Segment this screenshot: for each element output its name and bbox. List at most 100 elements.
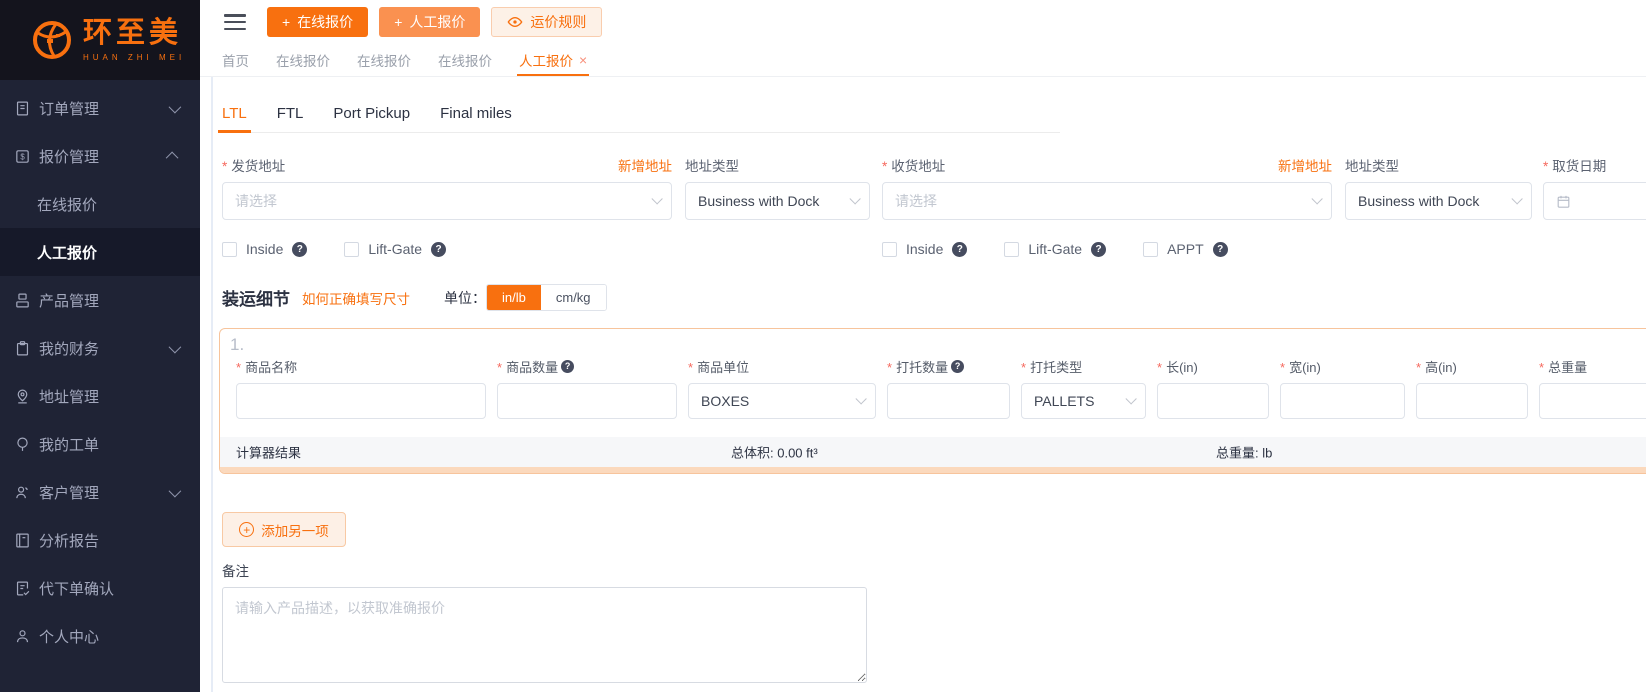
- help-icon[interactable]: ?: [431, 242, 446, 257]
- pickup-address-select[interactable]: 请选择: [222, 182, 672, 220]
- tab-online-quote-3[interactable]: 在线报价: [438, 44, 492, 76]
- sidebar-item-tickets[interactable]: 我的工单: [0, 420, 200, 468]
- pallet-quantity-field: 打托数量?: [887, 357, 1010, 419]
- tab-home[interactable]: 首页: [222, 44, 249, 76]
- button-label: 在线报价: [297, 12, 353, 32]
- sidebar-item-reports[interactable]: 分析报告: [0, 516, 200, 564]
- rate-rules-button[interactable]: 运价规则: [491, 7, 602, 37]
- pickup-address-type-field: 地址类型 Business with Dock: [685, 155, 870, 220]
- address-icon: [14, 388, 31, 405]
- delivery-address-select[interactable]: 请选择: [882, 182, 1332, 220]
- item-unit-select[interactable]: BOXES: [688, 383, 876, 419]
- tab-manual-quote[interactable]: 人工报价 ×: [519, 44, 587, 76]
- sidebar-item-label: 代下单确认: [39, 578, 114, 599]
- sidebar-item-profile[interactable]: 个人中心: [0, 612, 200, 660]
- topbar: + 在线报价 + 人工报价 运价规则: [200, 0, 1646, 44]
- manual-quote-button[interactable]: + 人工报价: [379, 7, 480, 37]
- tab-ftl[interactable]: FTL: [277, 105, 304, 132]
- sidebar-item-label: 分析报告: [39, 530, 99, 551]
- field-label: 宽(in): [1280, 357, 1321, 376]
- width-field: 宽(in): [1280, 357, 1405, 419]
- pickup-address-field: 发货地址 新增地址 请选择: [222, 155, 672, 220]
- help-icon[interactable]: ?: [292, 242, 307, 257]
- tab-ltl[interactable]: LTL: [222, 105, 247, 132]
- tab-online-quote-1[interactable]: 在线报价: [276, 44, 330, 76]
- chevron-down-icon: [651, 193, 662, 204]
- field-label: 长(in): [1157, 357, 1198, 376]
- help-icon[interactable]: ?: [1091, 242, 1106, 257]
- sidebar-item-quotes[interactable]: $ 报价管理: [0, 132, 200, 180]
- checkbox-liftgate-pickup[interactable]: Lift-Gate ?: [344, 241, 446, 257]
- add-delivery-address-link[interactable]: 新增地址: [1278, 155, 1332, 175]
- eye-icon: [507, 14, 523, 30]
- pallet-type-select[interactable]: PALLETS: [1021, 383, 1146, 419]
- hamburger-menu-icon[interactable]: [224, 14, 246, 30]
- plus-icon: +: [282, 14, 290, 30]
- help-icon[interactable]: ?: [952, 242, 967, 257]
- unit-cmkg-button[interactable]: cm/kg: [541, 285, 606, 310]
- checkbox-box[interactable]: [882, 242, 897, 257]
- tab-port-pickup[interactable]: Port Pickup: [333, 105, 410, 132]
- chevron-down-icon: [1511, 193, 1522, 204]
- height-input[interactable]: [1416, 383, 1528, 419]
- checkbox-inside-delivery[interactable]: Inside ?: [882, 241, 967, 257]
- total-weight-input[interactable]: [1539, 383, 1646, 419]
- checkbox-box[interactable]: [344, 242, 359, 257]
- report-icon: [14, 532, 31, 549]
- button-label: 运价规则: [530, 12, 586, 32]
- sidebar-item-manual-quote[interactable]: 人工报价: [0, 228, 200, 276]
- sidebar-item-order-confirm[interactable]: 代下单确认: [0, 564, 200, 612]
- add-item-button[interactable]: 添加另一项: [222, 512, 346, 547]
- field-label: 商品名称: [236, 357, 297, 376]
- delivery-address-field: 收货地址 新增地址 请选择: [882, 155, 1332, 220]
- item-name-input[interactable]: [236, 383, 486, 419]
- accessorials-row: Inside ? Lift-Gate ? Inside ? Lift-Gate: [222, 241, 1646, 257]
- delivery-address-label: 收货地址: [882, 155, 945, 175]
- sidebar-item-label: 地址管理: [39, 386, 99, 407]
- unit-inlb-button[interactable]: in/lb: [487, 285, 541, 310]
- checkbox-appt-delivery[interactable]: APPT ?: [1143, 241, 1228, 257]
- brand-text: 环至美 HUAN ZHI MEI: [83, 19, 185, 62]
- sidebar-item-label: 在线报价: [37, 194, 97, 215]
- width-input[interactable]: [1280, 383, 1405, 419]
- length-field: 长(in): [1157, 357, 1269, 419]
- help-icon[interactable]: ?: [561, 360, 574, 373]
- tab-final-miles[interactable]: Final miles: [440, 105, 512, 132]
- item-unit-field: 商品单位 BOXES: [688, 357, 876, 419]
- item-quantity-input[interactable]: [497, 383, 677, 419]
- main-area: + 在线报价 + 人工报价 运价规则 首页 在线报价 在线报价 在线报价 人工报…: [200, 0, 1646, 692]
- sidebar-item-orders[interactable]: 订单管理: [0, 84, 200, 132]
- plus-icon: +: [394, 14, 402, 30]
- finance-icon: [14, 340, 31, 357]
- sidebar-item-addresses[interactable]: 地址管理: [0, 372, 200, 420]
- notes-textarea[interactable]: [222, 587, 867, 683]
- online-quote-button[interactable]: + 在线报价: [267, 7, 368, 37]
- tab-label: 在线报价: [357, 50, 411, 70]
- chevron-down-icon: [1125, 393, 1136, 404]
- pallet-type-field: 打托类型 PALLETS: [1021, 357, 1146, 419]
- tab-online-quote-2[interactable]: 在线报价: [357, 44, 411, 76]
- sidebar-item-products[interactable]: 产品管理: [0, 276, 200, 324]
- close-icon[interactable]: ×: [579, 52, 587, 68]
- checkbox-box[interactable]: [1004, 242, 1019, 257]
- dimension-help-link[interactable]: 如何正确填写尺寸: [302, 288, 410, 308]
- pickup-address-type-select[interactable]: Business with Dock: [685, 182, 870, 220]
- help-icon[interactable]: ?: [1213, 242, 1228, 257]
- checkbox-box[interactable]: [1143, 242, 1158, 257]
- checkbox-inside-pickup[interactable]: Inside ?: [222, 241, 307, 257]
- pallet-quantity-input[interactable]: [887, 383, 1010, 419]
- delivery-address-type-select[interactable]: Business with Dock: [1345, 182, 1532, 220]
- field-label: 商品数量: [497, 357, 558, 376]
- checkbox-liftgate-delivery[interactable]: Lift-Gate ?: [1004, 241, 1106, 257]
- sidebar-item-online-quote[interactable]: 在线报价: [0, 180, 200, 228]
- checkbox-box[interactable]: [222, 242, 237, 257]
- length-input[interactable]: [1157, 383, 1269, 419]
- chevron-down-icon: [169, 340, 182, 353]
- sidebar-item-finance[interactable]: 我的财务: [0, 324, 200, 372]
- pickup-address-type-label: 地址类型: [685, 155, 739, 175]
- help-icon[interactable]: ?: [951, 360, 964, 373]
- content: LTL FTL Port Pickup Final miles 发货地址 新增地…: [200, 77, 1646, 692]
- add-pickup-address-link[interactable]: 新增地址: [618, 155, 672, 175]
- pickup-date-input[interactable]: [1543, 182, 1646, 220]
- sidebar-item-customers[interactable]: 客户管理: [0, 468, 200, 516]
